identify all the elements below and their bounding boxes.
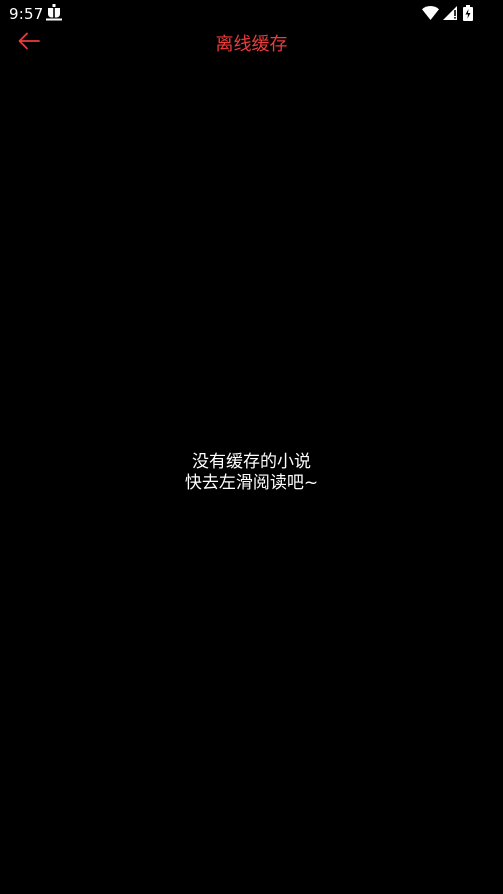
empty-state-message: 没有缓存的小说 快去左滑阅读吧~ — [0, 452, 503, 494]
wifi-icon — [422, 6, 439, 20]
signal-icon — [443, 6, 457, 20]
status-icons — [422, 5, 457, 21]
page-title: 离线缓存 — [215, 34, 288, 55]
status-time: 9:57 — [9, 5, 44, 23]
empty-state-line-1: 没有缓存的小说 — [192, 452, 311, 472]
toolbar: 离线缓存 — [0, 28, 503, 55]
empty-state-line-2: 快去左滑阅读吧~ — [184, 473, 319, 493]
status-bar: 9:57 — [0, 0, 503, 28]
bug-icon — [46, 4, 62, 21]
battery-icon — [463, 5, 473, 21]
